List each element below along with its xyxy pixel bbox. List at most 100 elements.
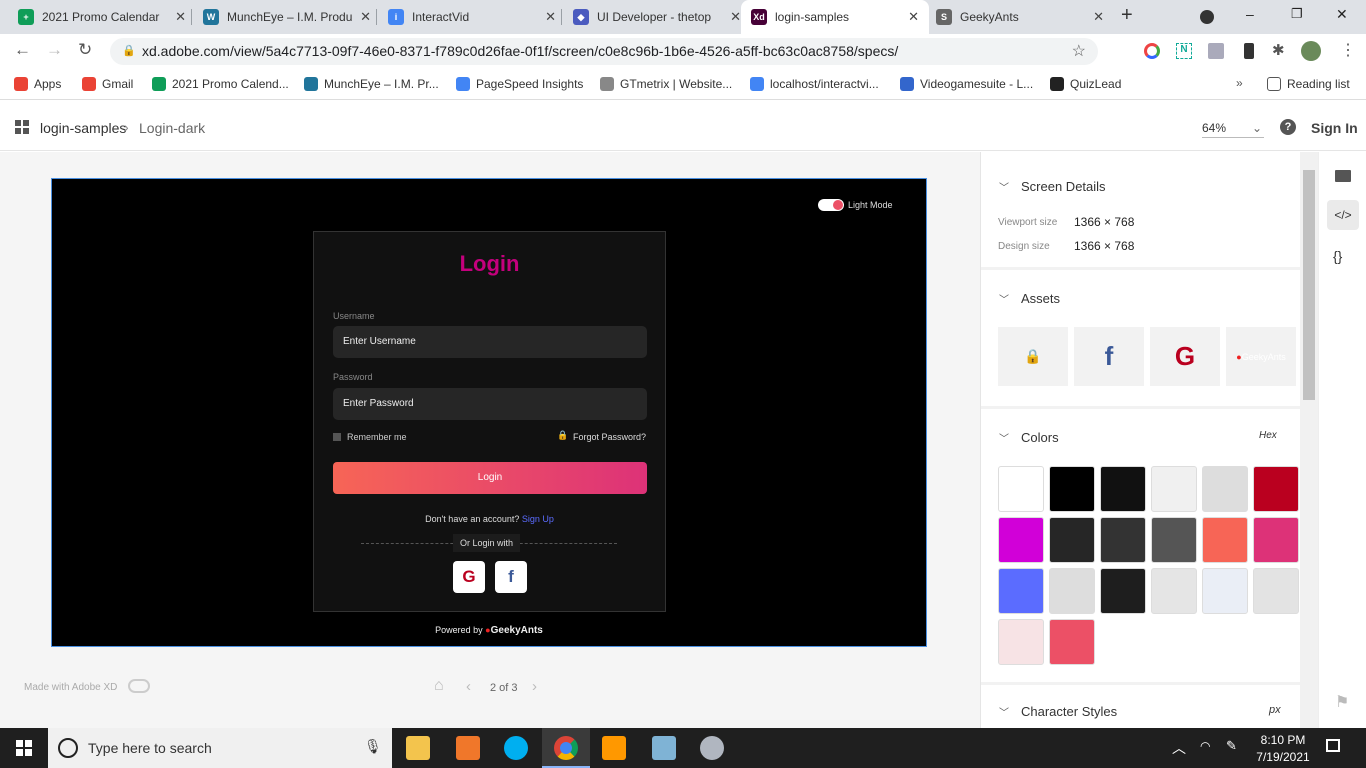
back-button[interactable]: ← <box>14 40 31 60</box>
file-explorer-icon[interactable] <box>406 736 430 760</box>
color-swatch[interactable] <box>998 466 1044 512</box>
clock-date[interactable]: 7/19/2021 <box>1254 750 1312 764</box>
username-input[interactable]: Enter Username <box>333 326 647 358</box>
screen-details-header[interactable]: ﹀ Screen Details <box>999 179 1106 194</box>
help-icon[interactable]: ? <box>1280 119 1296 135</box>
chrome-taskbar-button[interactable] <box>542 728 590 768</box>
avatar[interactable] <box>1301 41 1321 61</box>
color-swatch[interactable] <box>1151 568 1197 614</box>
chrome-menu-icon[interactable]: ⋮ <box>1340 40 1356 60</box>
more-bookmarks-icon[interactable]: » <box>1236 76 1243 90</box>
color-swatch[interactable] <box>1151 517 1197 563</box>
assets-header[interactable]: ﹀ Assets <box>999 291 1060 306</box>
asset-geekyants-logo[interactable]: ● GeekyAnts <box>1226 327 1296 386</box>
color-swatch[interactable] <box>1049 568 1095 614</box>
login-button[interactable]: Login <box>333 462 647 494</box>
color-swatch[interactable] <box>1100 517 1146 563</box>
color-swatch[interactable] <box>1100 466 1146 512</box>
bookmark-item[interactable]: Apps <box>14 77 61 91</box>
clock-time[interactable]: 8:10 PM <box>1258 733 1308 747</box>
scrollbar-thumb[interactable] <box>1303 170 1315 400</box>
asset-facebook[interactable]: f <box>1074 327 1144 386</box>
remember-checkbox[interactable] <box>333 433 341 441</box>
browser-tab[interactable]: ◆ UI Developer - thetop ✕ <box>563 0 751 34</box>
xampp-icon[interactable] <box>456 736 480 760</box>
extension-icon-2[interactable] <box>1244 43 1254 59</box>
color-swatch[interactable] <box>998 619 1044 665</box>
color-swatch[interactable] <box>1100 568 1146 614</box>
facebook-login-button[interactable]: f <box>495 561 527 593</box>
flag-icon[interactable]: ⚑ <box>1335 692 1349 712</box>
forward-button[interactable]: → <box>46 40 63 60</box>
profile-menu-icon[interactable] <box>1200 10 1214 24</box>
color-swatch[interactable] <box>1253 517 1299 563</box>
braces-icon[interactable]: {} <box>1333 248 1342 264</box>
colors-header[interactable]: ﹀ Colors <box>999 430 1059 445</box>
notifications-icon[interactable] <box>1326 739 1340 752</box>
taskbar-search-input[interactable]: Type here to search 🎙 <box>48 728 392 768</box>
color-swatch[interactable] <box>998 517 1044 563</box>
next-screen-button[interactable]: › <box>532 678 537 695</box>
paint-icon[interactable] <box>700 736 724 760</box>
color-swatch[interactable] <box>1049 619 1095 665</box>
light-mode-toggle[interactable] <box>818 199 844 211</box>
color-swatch[interactable] <box>1202 568 1248 614</box>
extensions-puzzle-icon[interactable]: ✱ <box>1272 41 1285 59</box>
extension-code-icon[interactable] <box>1208 43 1224 59</box>
close-tab-icon[interactable]: ✕ <box>730 9 741 25</box>
pen-icon[interactable]: ✎ <box>1226 738 1237 754</box>
grid-view-icon[interactable] <box>15 120 29 134</box>
restore-button[interactable]: ❐ <box>1291 6 1303 22</box>
tray-overflow-icon[interactable]: ︿ <box>1172 738 1186 758</box>
network-icon[interactable]: ◠ <box>1200 739 1210 753</box>
close-tab-icon[interactable]: ✕ <box>1093 9 1104 25</box>
forgot-password-link[interactable]: Forgot Password? <box>573 432 646 442</box>
microphone-icon[interactable]: 🎙 <box>364 738 382 755</box>
browser-tab[interactable]: i InteractVid ✕ <box>378 0 566 34</box>
windows-start-icon[interactable] <box>16 740 32 756</box>
sublime-text-icon[interactable] <box>602 736 626 760</box>
color-swatch[interactable] <box>1202 517 1248 563</box>
close-tab-icon[interactable]: ✕ <box>360 9 371 25</box>
virtualbox-icon[interactable] <box>652 736 676 760</box>
character-styles-header[interactable]: ﹀ Character Styles <box>999 704 1117 719</box>
color-format-select[interactable]: Hex <box>1259 430 1277 441</box>
close-tab-icon[interactable]: ✕ <box>175 9 186 25</box>
panel-scrollbar[interactable] <box>1300 152 1318 728</box>
extension-n-icon[interactable]: N <box>1176 43 1192 59</box>
color-swatch[interactable] <box>1253 466 1299 512</box>
reading-list-button[interactable]: Reading list <box>1267 77 1350 91</box>
browser-tab[interactable]: S GeekyAnts ✕ <box>926 0 1114 34</box>
reload-button[interactable]: ↻ <box>78 40 92 60</box>
close-tab-icon[interactable]: ✕ <box>908 9 919 25</box>
comments-icon[interactable] <box>1335 170 1351 182</box>
bookmark-item[interactable]: 2021 Promo Calend... <box>152 77 289 91</box>
bookmark-item[interactable]: GTmetrix | Website... <box>600 77 732 91</box>
close-tab-icon[interactable]: ✕ <box>545 9 556 25</box>
zoom-select[interactable]: 64% ⌄ <box>1202 121 1264 138</box>
password-input[interactable]: Enter Password <box>333 388 647 420</box>
bookmark-item[interactable]: PageSpeed Insights <box>456 77 583 91</box>
minimize-button[interactable]: – <box>1246 6 1254 22</box>
browser-tab[interactable]: W MunchEye – I.M. Produ ✕ <box>193 0 381 34</box>
bookmark-item[interactable]: localhost/interactvi... <box>750 77 879 91</box>
browser-tab[interactable]: +2021 Promo Calendar ✕ <box>8 0 196 34</box>
bookmark-star-icon[interactable]: ☆ <box>1072 38 1086 65</box>
unit-select[interactable]: px <box>1269 704 1281 716</box>
bookmark-item[interactable]: MunchEye – I.M. Pr... <box>304 77 439 91</box>
bookmark-item[interactable]: Gmail <box>82 77 133 91</box>
browser-tab[interactable]: Xd login-samples ✕ <box>741 0 929 34</box>
bookmark-item[interactable]: Videogamesuite - L... <box>900 77 1033 91</box>
extension-icon[interactable] <box>1144 43 1160 59</box>
url-input[interactable]: 🔒 xd.adobe.com/view/5a4c7713-09f7-46e0-8… <box>110 38 1098 65</box>
color-swatch[interactable] <box>1049 466 1095 512</box>
skype-icon[interactable] <box>504 736 528 760</box>
color-swatch[interactable] <box>1151 466 1197 512</box>
new-tab-button[interactable]: + <box>1121 4 1133 27</box>
color-swatch[interactable] <box>998 568 1044 614</box>
google-login-button[interactable]: G <box>453 561 485 593</box>
color-swatch[interactable] <box>1202 466 1248 512</box>
color-swatch[interactable] <box>1049 517 1095 563</box>
home-icon[interactable]: ⌂ <box>434 677 444 695</box>
close-window-button[interactable]: ✕ <box>1336 6 1348 23</box>
